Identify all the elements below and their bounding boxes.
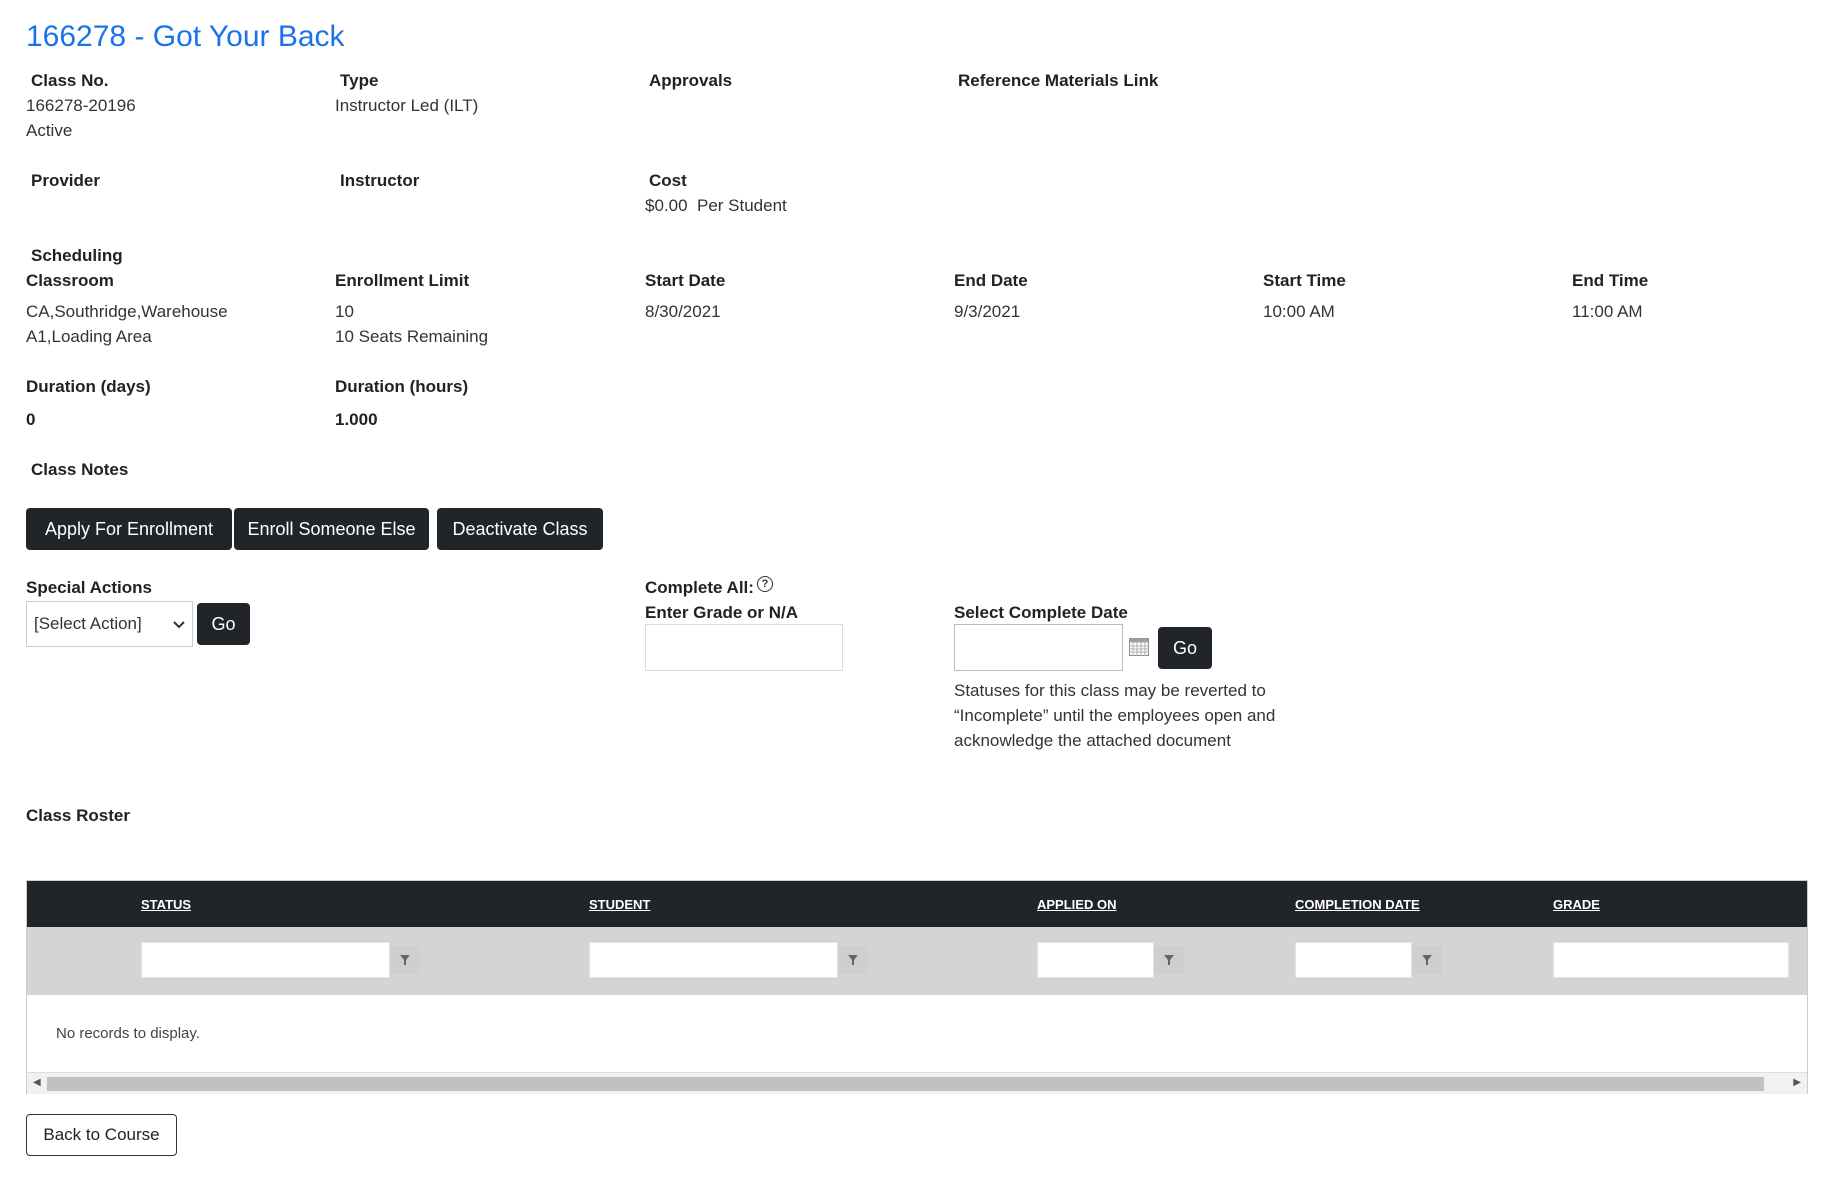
calendar-icon[interactable]	[1129, 638, 1149, 661]
applied-on-filter-icon[interactable]	[1154, 946, 1184, 974]
scroll-left-icon[interactable]: ◀	[33, 1077, 41, 1088]
grid-header-row: STATUS STUDENT APPLIED ON COMPLETION DAT…	[27, 881, 1807, 927]
class-detail-page: 166278 - Got Your Back Class No. 166278-…	[26, 0, 1808, 1180]
provider-label: Provider	[31, 171, 100, 190]
class-roster-label: Class Roster	[26, 806, 130, 825]
cost-value: $0.00 Per Student	[645, 196, 787, 215]
end-time-label: End Time	[1572, 271, 1649, 290]
start-date-label: Start Date	[645, 271, 726, 290]
class-no-label: Class No.	[31, 71, 109, 90]
type-label: Type	[340, 71, 379, 90]
duration-days-value: 0	[26, 410, 36, 429]
select-complete-date-label: Select Complete Date	[954, 603, 1128, 622]
student-filter-icon[interactable]	[838, 946, 868, 974]
approvals-label: Approvals	[649, 71, 733, 90]
completion-date-filter-input[interactable]	[1295, 942, 1412, 978]
revert-note-line3: acknowledge the attached document	[954, 731, 1231, 750]
complete-date-go-button[interactable]: Go	[1158, 627, 1212, 669]
duration-hours-label: Duration (hours)	[335, 377, 469, 396]
special-actions-go-button[interactable]: Go	[197, 603, 250, 645]
column-header-status[interactable]: STATUS	[141, 897, 191, 912]
column-header-student[interactable]: STUDENT	[589, 897, 650, 912]
start-time-label: Start Time	[1263, 271, 1346, 290]
special-actions-label: Special Actions	[26, 578, 152, 597]
no-records-message: No records to display.	[56, 1025, 200, 1042]
grid-filter-row	[27, 927, 1807, 995]
back-to-course-button[interactable]: Back to Course	[26, 1114, 177, 1156]
seats-remaining: 10 Seats Remaining	[335, 327, 489, 346]
revert-note-line1: Statuses for this class may be reverted …	[954, 681, 1266, 700]
classroom-value-line1: CA,Southridge,Warehouse	[26, 302, 228, 321]
cost-label: Cost	[649, 171, 687, 190]
class-no-value: 166278-20196	[26, 96, 136, 115]
grade-filter-input[interactable]	[1553, 942, 1789, 978]
special-actions-selected: [Select Action]	[34, 614, 142, 633]
start-date-value: 8/30/2021	[645, 302, 721, 321]
scroll-right-icon[interactable]: ▶	[1793, 1077, 1801, 1088]
column-header-applied-on[interactable]: APPLIED ON	[1037, 897, 1116, 912]
class-status-value: Active	[26, 121, 73, 140]
end-date-value: 9/3/2021	[954, 302, 1021, 321]
enter-grade-label: Enter Grade or N/A	[645, 603, 799, 622]
end-date-label: End Date	[954, 271, 1028, 290]
complete-all-label: Complete All:	[645, 578, 754, 597]
column-header-completion-date[interactable]: COMPLETION DATE	[1295, 897, 1420, 912]
class-notes-label: Class Notes	[31, 460, 129, 479]
completion-date-filter-icon[interactable]	[1412, 946, 1442, 974]
student-filter-input[interactable]	[589, 942, 838, 978]
revert-note-line2: “Incomplete” until the employees open an…	[954, 706, 1276, 725]
enrollment-limit-label: Enrollment Limit	[335, 271, 470, 290]
status-filter-input[interactable]	[141, 942, 390, 978]
type-value: Instructor Led (ILT)	[335, 96, 479, 115]
duration-days-label: Duration (days)	[26, 377, 151, 396]
scrollbar-thumb[interactable]	[47, 1077, 1764, 1091]
enroll-someone-else-button[interactable]: Enroll Someone Else	[234, 508, 429, 550]
apply-for-enrollment-button[interactable]: Apply For Enrollment	[26, 508, 232, 550]
deactivate-class-button[interactable]: Deactivate Class	[437, 508, 603, 550]
reference-materials-label: Reference Materials Link	[958, 71, 1159, 90]
applied-on-filter-input[interactable]	[1037, 942, 1154, 978]
chevron-down-icon	[173, 614, 185, 634]
enrollment-limit-value: 10	[335, 302, 354, 321]
help-icon[interactable]: ?	[757, 576, 773, 592]
grade-input[interactable]	[645, 624, 843, 671]
end-time-value: 11:00 AM	[1572, 302, 1643, 321]
instructor-label: Instructor	[340, 171, 420, 190]
complete-date-input[interactable]	[954, 624, 1123, 671]
special-actions-select[interactable]: [Select Action]	[26, 601, 193, 647]
status-filter-icon[interactable]	[390, 946, 420, 974]
class-roster-grid: STATUS STUDENT APPLIED ON COMPLETION DAT…	[26, 880, 1808, 1094]
scheduling-label: Scheduling	[31, 246, 123, 265]
classroom-value-line2: A1,Loading Area	[26, 327, 152, 346]
classroom-label: Classroom	[26, 271, 114, 290]
duration-hours-value: 1.000	[335, 410, 378, 429]
column-header-grade[interactable]: GRADE	[1553, 897, 1600, 912]
page-title: 166278 - Got Your Back	[26, 20, 345, 53]
start-time-value: 10:00 AM	[1263, 302, 1335, 321]
horizontal-scrollbar[interactable]: ◀ ▶	[27, 1072, 1807, 1094]
